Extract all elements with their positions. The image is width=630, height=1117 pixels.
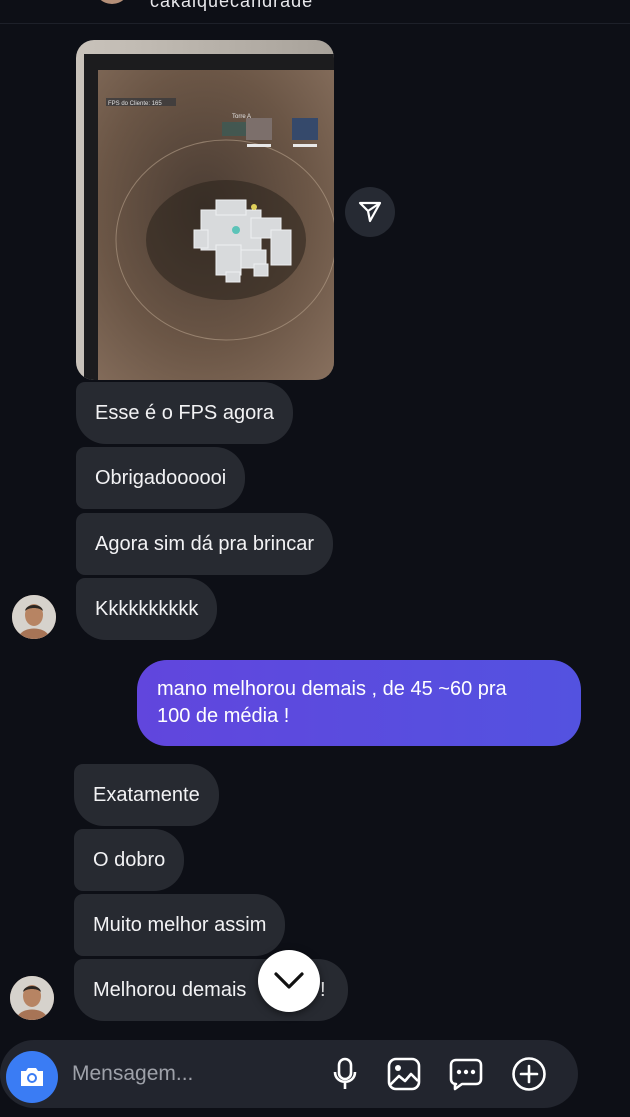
camera-icon (21, 1068, 43, 1086)
avatar-photo (12, 595, 56, 639)
gallery-button[interactable] (384, 1054, 424, 1094)
message-bubble[interactable]: Kkkkkkkkkk (76, 578, 218, 640)
message-bubble[interactable]: O dobro (74, 829, 185, 891)
gallery-icon (387, 1057, 421, 1091)
sticker-button[interactable] (446, 1054, 486, 1094)
shared-photo[interactable]: FPS do Cliente: 165 Torre A (76, 40, 334, 380)
message-bubble[interactable]: Obrigadoooooi (76, 447, 246, 509)
dm-screen: cakaiquecandrade FPS do Cliente: 165 Tor… (0, 0, 630, 1117)
message-input[interactable] (72, 1060, 312, 1088)
message-bubble[interactable]: Agora sim dá pra brincar (76, 513, 333, 575)
sticker-icon (449, 1058, 483, 1091)
microphone-button[interactable] (325, 1054, 365, 1094)
sent-message-bubble[interactable]: mano melhorou demais , de 45 ~60 pra 100… (137, 660, 581, 746)
chevron-down-icon (274, 972, 304, 989)
message-bubble[interactable]: Esse é o FPS agora (76, 382, 293, 444)
plus-circle-icon (512, 1057, 546, 1091)
header-avatar[interactable] (94, 0, 130, 4)
fps-overlay-label: FPS do Cliente: 165 (108, 101, 162, 107)
microphone-icon (333, 1057, 357, 1089)
message-bubble[interactable]: Muito melhor assim (74, 894, 286, 956)
share-button[interactable] (345, 187, 395, 237)
share-icon (358, 201, 382, 223)
sent-message-line: mano melhorou demais , de 45 ~60 pra (157, 678, 507, 700)
message-suffix: ! (320, 979, 326, 1001)
chat-header: cakaiquecandrade (0, 0, 630, 24)
sent-message-line: 100 de média ! (157, 705, 290, 727)
message-composer (0, 1040, 578, 1108)
message-text: Melhorou demais (93, 979, 247, 1001)
scroll-to-bottom-button[interactable] (258, 950, 320, 1012)
avatar-photo (10, 976, 54, 1020)
contact-avatar[interactable] (10, 976, 54, 1020)
header-username[interactable]: cakaiquecandrade (150, 0, 313, 12)
camera-button[interactable] (6, 1051, 58, 1103)
contact-avatar[interactable] (12, 595, 56, 639)
message-bubble[interactable]: Exatamente (74, 764, 219, 826)
more-options-button[interactable] (509, 1054, 549, 1094)
photo-content: FPS do Cliente: 165 Torre A (76, 40, 334, 380)
